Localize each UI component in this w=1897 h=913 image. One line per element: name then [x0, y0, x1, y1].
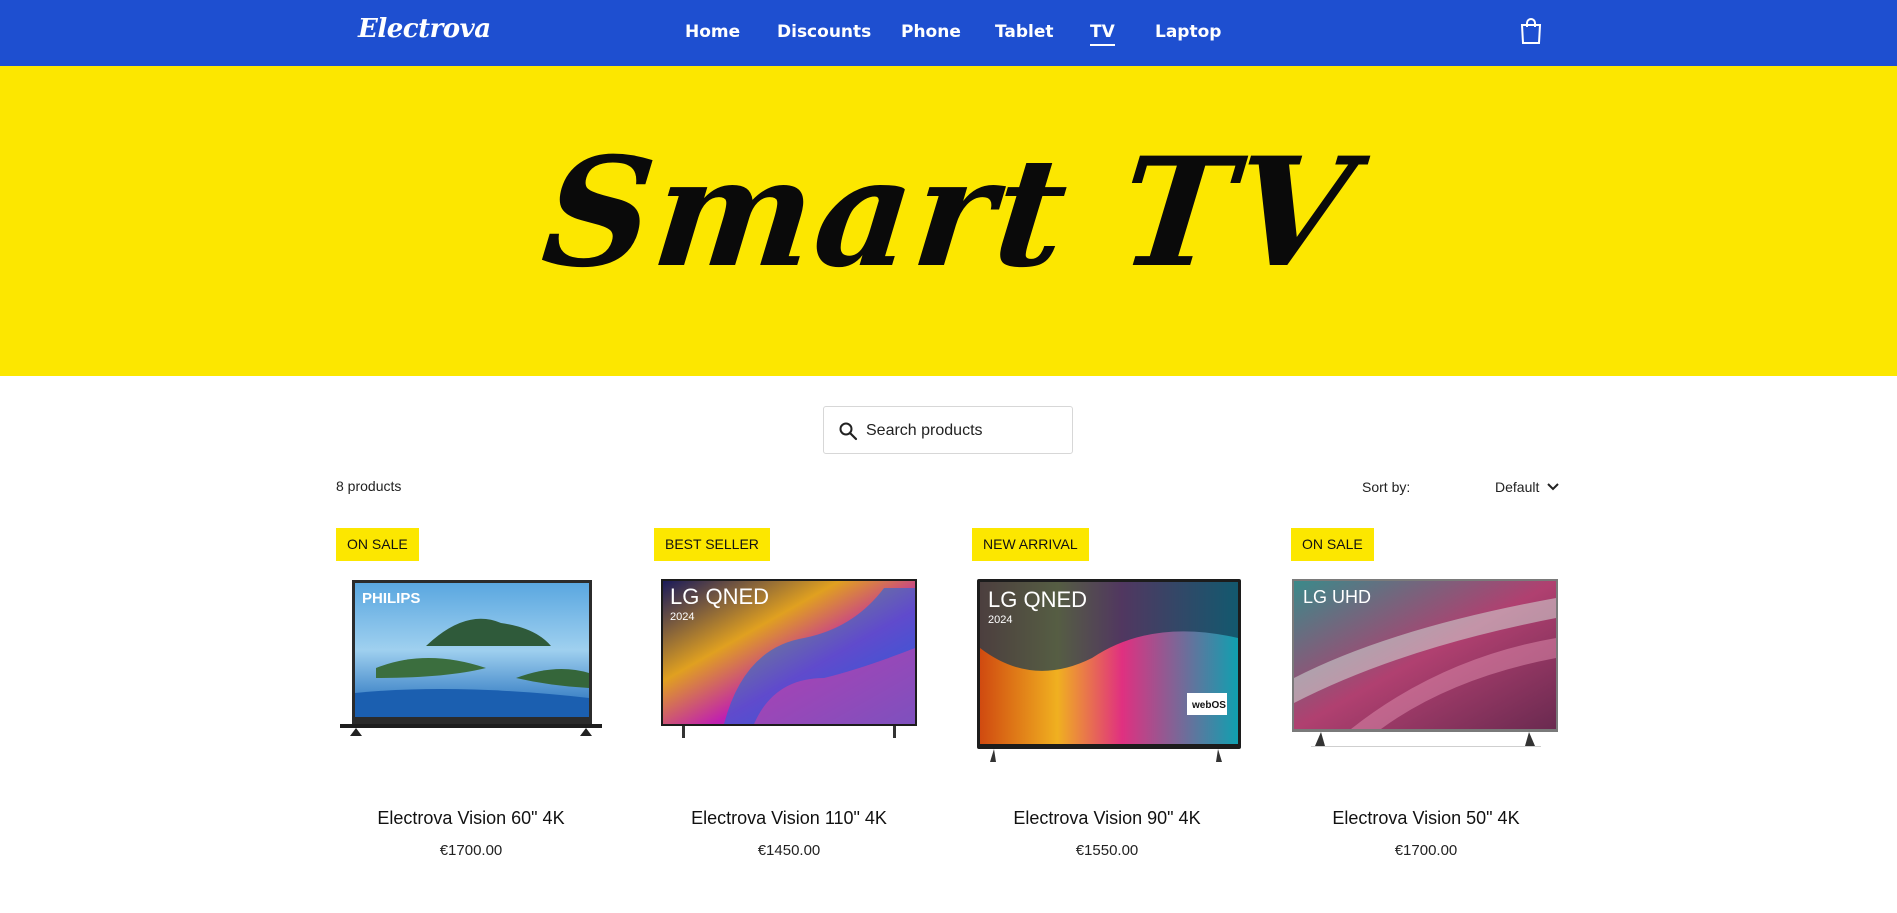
hero-title: Smart TV [535, 125, 1363, 301]
nav-laptop[interactable]: Laptop [1155, 22, 1221, 42]
svg-text:2024: 2024 [670, 611, 694, 623]
product-name[interactable]: Electrova Vision 90" 4K [972, 808, 1242, 829]
product-count: 8 products [336, 478, 402, 494]
status-badge: NEW ARRIVAL [972, 528, 1089, 561]
product-name[interactable]: Electrova Vision 110" 4K [654, 808, 924, 829]
status-badge: ON SALE [336, 528, 419, 561]
nav-tablet[interactable]: Tablet [995, 22, 1054, 42]
svg-text:2024: 2024 [988, 614, 1012, 626]
search-input[interactable] [866, 419, 1062, 443]
product-name[interactable]: Electrova Vision 60" 4K [336, 808, 606, 829]
svg-text:webOS: webOS [1191, 700, 1226, 711]
chevron-down-icon[interactable] [1546, 480, 1560, 494]
sort-select[interactable]: Default [1495, 479, 1539, 495]
sort-label: Sort by: [1362, 479, 1411, 495]
product-image[interactable]: LG QNED 2024 webOS [972, 528, 1242, 788]
product-card[interactable]: LG QNED 2024 webOS NEW ARRIVAL Electrova… [972, 528, 1242, 868]
product-card[interactable]: LG UHD ON SALE Electrova Vision 50" 4K €… [1291, 528, 1561, 868]
product-image[interactable]: LG QNED 2024 [654, 528, 924, 788]
search-icon [839, 422, 858, 441]
product-card[interactable]: LG QNED 2024 BEST SELLER Electrova Visio… [654, 528, 924, 868]
product-image[interactable]: LG UHD [1291, 528, 1561, 788]
shopping-bag-icon[interactable] [1519, 18, 1543, 44]
product-price: €1700.00 [439, 842, 503, 859]
product-price: €1550.00 [1075, 842, 1139, 859]
logo[interactable]: Electrova [358, 14, 491, 44]
nav-home[interactable]: Home [685, 22, 740, 42]
svg-text:LG UHD: LG UHD [1303, 587, 1371, 607]
status-badge: ON SALE [1291, 528, 1374, 561]
product-price: €1700.00 [1394, 842, 1458, 859]
svg-text:PHILIPS: PHILIPS [362, 590, 420, 607]
svg-text:LG QNED: LG QNED [988, 587, 1087, 612]
product-image[interactable]: PHILIPS [336, 528, 606, 788]
search-box[interactable] [823, 406, 1073, 454]
product-card[interactable]: PHILIPS ON SALE Electrova Vision 60" 4K … [336, 528, 606, 868]
top-navbar: Electrova Home Discounts Phone Tablet TV… [0, 0, 1897, 66]
hero-banner: Smart TV [0, 66, 1897, 376]
nav-tv[interactable]: TV [1090, 22, 1115, 46]
product-name[interactable]: Electrova Vision 50" 4K [1291, 808, 1561, 829]
svg-text:LG QNED: LG QNED [670, 584, 769, 609]
product-price: €1450.00 [757, 842, 821, 859]
status-badge: BEST SELLER [654, 528, 770, 561]
nav-discounts[interactable]: Discounts [777, 22, 871, 42]
nav-phone[interactable]: Phone [901, 22, 961, 42]
